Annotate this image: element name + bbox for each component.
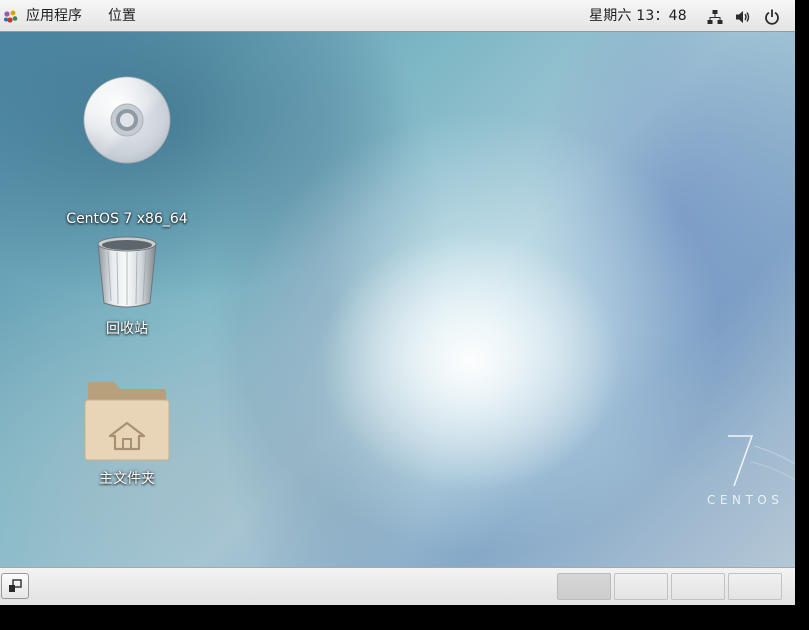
applications-menu-label: 应用程序 <box>26 8 82 24</box>
desktop-item-cd[interactable]: CentOS 7 x86_64 <box>57 74 197 227</box>
desktop-item-label: 回收站 <box>106 321 148 337</box>
top-panel: 应用程序 位置 星期六 13：48 <box>0 0 795 32</box>
centos-logo: CENTOS <box>700 432 795 512</box>
gnome-foot-icon <box>4 10 18 23</box>
centos-seven-mark <box>728 435 795 487</box>
screen: 应用程序 位置 星期六 13：48 CentOS 7 x86_64 回收站 主文… <box>0 0 795 605</box>
clock[interactable]: 星期六 13：48 <box>589 0 687 32</box>
trash-icon <box>97 236 157 308</box>
desktop[interactable]: CentOS 7 x86_64 回收站 主文件夹 CENTOS <box>0 32 795 567</box>
bottom-panel <box>0 567 795 605</box>
home-folder-icon <box>84 382 170 461</box>
desktop-item-label: CentOS 7 x86_64 <box>66 211 188 227</box>
places-menu[interactable]: 位置 <box>108 0 136 32</box>
power-icon[interactable] <box>764 9 780 25</box>
workspace-3[interactable] <box>671 573 725 600</box>
workspace-1[interactable] <box>557 573 611 600</box>
show-desktop-icon <box>9 579 22 592</box>
workspace-4[interactable] <box>728 573 782 600</box>
network-icon[interactable] <box>707 9 723 25</box>
optical-disc-icon <box>83 76 171 164</box>
desktop-item-trash[interactable]: 回收站 <box>57 232 197 342</box>
desktop-item-label: 主文件夹 <box>99 471 155 487</box>
desktop-item-home[interactable]: 主文件夹 <box>57 377 197 492</box>
centos-wordmark: CENTOS <box>707 493 784 507</box>
applications-menu[interactable]: 应用程序 <box>0 0 96 32</box>
show-desktop-button[interactable] <box>1 573 29 599</box>
volume-icon[interactable] <box>735 9 751 25</box>
workspace-2[interactable] <box>614 573 668 600</box>
